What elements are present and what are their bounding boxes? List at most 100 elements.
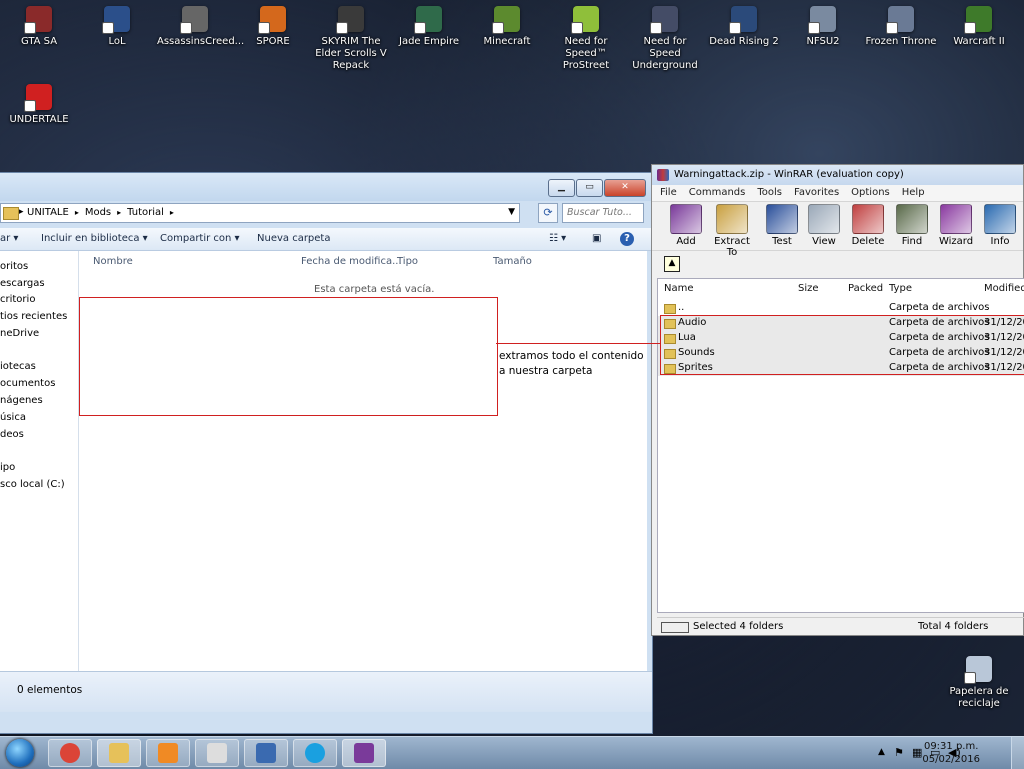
desktop-icon[interactable]: Minecraft: [469, 0, 545, 48]
column-name[interactable]: Name: [664, 283, 694, 294]
nav-item[interactable]: deos: [0, 429, 24, 440]
include-library-button[interactable]: Incluir en biblioteca ▾: [41, 233, 148, 244]
desktop-icon[interactable]: Frozen Throne: [863, 0, 939, 48]
nav-item[interactable]: sco local (C:): [0, 479, 65, 490]
taskbar-chrome-button[interactable]: [48, 739, 92, 767]
taskbar-media-player-button[interactable]: [146, 739, 190, 767]
desktop-icon-label: Jade Empire: [399, 36, 459, 47]
up-folder-icon[interactable]: ▲: [664, 256, 680, 272]
taskbar-winrar-button[interactable]: [342, 739, 386, 767]
desktop-icon[interactable]: Dead Rising 2: [706, 0, 782, 48]
column-packed[interactable]: Packed: [848, 283, 883, 294]
taskbar: ▲ ⚑ ▦ ▭ ◀) 09:31 p.m. 05/02/2016: [0, 736, 1024, 769]
preview-pane-icon[interactable]: ▣: [592, 233, 601, 244]
toolbar-test-button[interactable]: Test: [758, 204, 806, 247]
menu-item-options[interactable]: Options: [851, 185, 890, 201]
menu-item-commands[interactable]: Commands: [689, 185, 746, 201]
desktop-icon-label: LoL: [108, 36, 126, 47]
clock[interactable]: 09:31 p.m. 05/02/2016: [922, 740, 980, 766]
toolbar-add-button[interactable]: Add: [662, 204, 710, 247]
new-folder-button[interactable]: Nueva carpeta: [257, 233, 330, 244]
show-desktop-button[interactable]: [1011, 737, 1024, 769]
desktop-icon[interactable]: AssassinsCreed...: [157, 0, 244, 48]
column-name[interactable]: Nombre: [93, 256, 133, 267]
desktop-icon[interactable]: UNDERTALE: [1, 78, 77, 126]
nav-item[interactable]: critorio: [0, 294, 35, 305]
chevron-down-icon[interactable]: ▼: [508, 207, 515, 217]
column-size[interactable]: Tamaño: [493, 256, 532, 267]
desktop-icon[interactable]: NFSU2: [785, 0, 861, 48]
desktop-icon-label: Need for Speed Underground: [632, 36, 698, 71]
desktop-icon[interactable]: SKYRIM The Elder Scrolls V Repack: [313, 0, 389, 72]
toolbar-label: Test: [772, 236, 792, 247]
share-button[interactable]: Compartir con ▾: [160, 233, 240, 244]
column-type[interactable]: Tipo: [397, 256, 418, 267]
menu-item-file[interactable]: File: [660, 185, 677, 201]
help-icon[interactable]: ?: [620, 232, 634, 246]
nav-item[interactable]: neDrive: [0, 328, 39, 339]
taskbar-explorer-button[interactable]: [97, 739, 141, 767]
menu-item-tools[interactable]: Tools: [757, 185, 782, 201]
desktop-icon[interactable]: GTA SA: [1, 0, 77, 48]
nav-item[interactable]: nágenes: [0, 395, 43, 406]
refresh-button[interactable]: ⟳: [538, 203, 558, 223]
organize-button[interactable]: ar ▾: [0, 233, 18, 244]
toolbar-wizard-button[interactable]: Wizard: [932, 204, 980, 247]
start-button[interactable]: [6, 739, 34, 767]
desktop-icon[interactable]: SPORE: [235, 0, 311, 48]
desktop-icon[interactable]: Papelera de reciclaje: [941, 650, 1017, 710]
desktop-icon[interactable]: Need for Speed Underground: [627, 0, 703, 72]
item-count: 0 elementos: [17, 684, 83, 696]
maximize-button[interactable]: ▭: [576, 179, 603, 197]
desktop-icon[interactable]: Need for Speed™ ProStreet: [548, 0, 624, 72]
search-input[interactable]: Buscar Tuto...: [562, 203, 644, 223]
paint-icon: [256, 743, 276, 763]
winrar-titlebar[interactable]: Warningattack.zip - WinRAR (evaluation c…: [652, 165, 1023, 185]
media-player-icon: [158, 743, 178, 763]
taskbar-paint-button[interactable]: [244, 739, 288, 767]
toolbar-find-button[interactable]: Find: [888, 204, 936, 247]
toolbar-extract-to-button[interactable]: Extract To: [708, 204, 756, 258]
breadcrumb[interactable]: UNITALE ▸ Mods ▸ Tutorial ▸: [27, 207, 180, 218]
nav-item[interactable]: tios recientes: [0, 311, 67, 322]
nav-item[interactable]: ocumentos: [0, 378, 55, 389]
toolbar-info-button[interactable]: Info: [976, 204, 1024, 247]
column-date[interactable]: Fecha de modifica...: [301, 256, 402, 267]
toolbar-view-button[interactable]: View: [800, 204, 848, 247]
menu-item-favorites[interactable]: Favorites: [794, 185, 839, 201]
toolbar-delete-button[interactable]: Delete: [844, 204, 892, 247]
breadcrumb-item[interactable]: UNITALE: [27, 207, 69, 218]
column-type[interactable]: Type: [889, 283, 912, 294]
close-button[interactable]: ✕: [604, 179, 646, 197]
table-row[interactable]: .. Carpeta de archivos: [658, 301, 1024, 316]
add-icon: [670, 204, 702, 234]
desktop-icon[interactable]: Warcraft II: [941, 0, 1017, 48]
address-bar[interactable]: ▸ UNITALE ▸ Mods ▸ Tutorial ▸ ▼: [0, 203, 520, 223]
taskbar-notepad-button[interactable]: [195, 739, 239, 767]
chevron-right-icon: ▸: [169, 208, 174, 217]
taskbar-skype-button[interactable]: [293, 739, 337, 767]
game-shortcut-icon: [258, 6, 286, 34]
folder-icon: [3, 207, 19, 220]
flag-icon[interactable]: ⚑: [894, 746, 904, 759]
desktop-icon[interactable]: Jade Empire: [391, 0, 467, 48]
breadcrumb-item[interactable]: Tutorial: [127, 207, 164, 218]
nav-item[interactable]: úsica: [0, 412, 26, 423]
breadcrumb-item[interactable]: Mods: [85, 207, 111, 218]
wizard-icon: [940, 204, 972, 234]
navigation-pane: oritos escargas critorio tios recientes neDr…: [0, 251, 79, 711]
nav-item[interactable]: oritos: [0, 261, 28, 272]
desktop-icon-label: SPORE: [256, 36, 290, 47]
menu-item-help[interactable]: Help: [902, 185, 925, 201]
nav-item[interactable]: ipo: [0, 462, 15, 473]
minimize-button[interactable]: ▁: [548, 179, 575, 197]
explorer-titlebar[interactable]: ▁ ▭ ✕: [0, 173, 652, 201]
desktop-icon[interactable]: LoL: [79, 0, 155, 48]
view-options-icon[interactable]: ☷ ▾: [549, 233, 566, 244]
nav-item[interactable]: iotecas: [0, 361, 36, 372]
column-modified[interactable]: Modified: [984, 283, 1024, 294]
tray-expand-icon[interactable]: ▲: [878, 747, 885, 757]
column-size[interactable]: Size: [798, 283, 819, 294]
nav-item[interactable]: escargas: [0, 278, 45, 289]
network-icon[interactable]: ▦: [912, 746, 922, 759]
